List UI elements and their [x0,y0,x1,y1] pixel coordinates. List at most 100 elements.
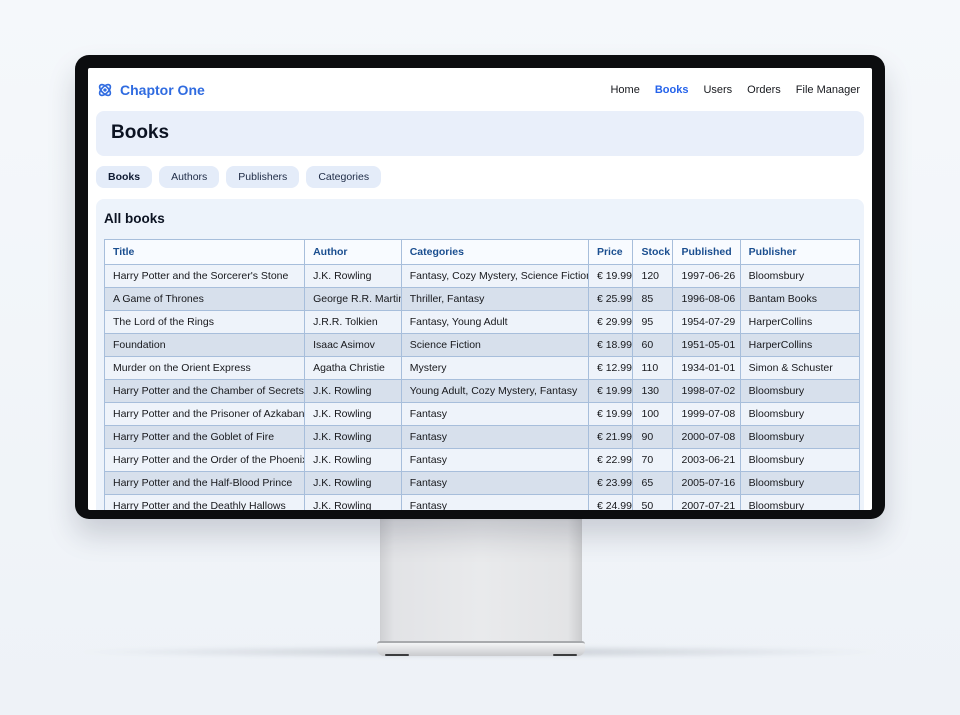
table-cell: Harry Potter and the Order of the Phoeni… [105,449,305,472]
table-cell: 95 [633,311,673,334]
table-cell: 1951-05-01 [673,334,740,357]
screen: Chaptor One Home Books Users Orders File… [88,68,872,510]
table-cell: Fantasy [401,472,588,495]
table-cell: € 12.99 [588,357,633,380]
table-cell: Bloomsbury [740,426,859,449]
table-cell: 1998-07-02 [673,380,740,403]
column-header-categories: Categories [401,240,588,265]
table-cell: Agatha Christie [305,357,402,380]
table-cell: Isaac Asimov [305,334,402,357]
table-row[interactable]: FoundationIsaac AsimovScience Fiction€ 1… [105,334,860,357]
table-cell: Harry Potter and the Prisoner of Azkaban [105,403,305,426]
all-books-panel: All books TitleAuthorCategoriesPriceStoc… [96,199,864,510]
column-header-publisher: Publisher [740,240,859,265]
table-cell: € 23.99 [588,472,633,495]
table-row[interactable]: Harry Potter and the Half-Blood PrinceJ.… [105,472,860,495]
nav-item-books[interactable]: Books [655,84,689,96]
brand-name: Chaptor One [120,82,205,98]
table-row[interactable]: Harry Potter and the Prisoner of Azkaban… [105,403,860,426]
table-cell: € 29.99 [588,311,633,334]
table-cell: € 18.99 [588,334,633,357]
table-cell: 2000-07-08 [673,426,740,449]
nav-item-users[interactable]: Users [703,84,732,96]
table-cell: Mystery [401,357,588,380]
table-cell: Fantasy [401,403,588,426]
table-row[interactable]: Murder on the Orient ExpressAgatha Chris… [105,357,860,380]
tab-publishers[interactable]: Publishers [226,166,299,188]
table-cell: Bloomsbury [740,472,859,495]
table-cell: Fantasy [401,495,588,511]
table-cell: Science Fiction [401,334,588,357]
table-cell: J.K. Rowling [305,426,402,449]
table-cell: Fantasy [401,426,588,449]
table-cell: 100 [633,403,673,426]
table-row[interactable]: Harry Potter and the Order of the Phoeni… [105,449,860,472]
table-cell: Foundation [105,334,305,357]
table-cell: J.K. Rowling [305,472,402,495]
brand-logo[interactable]: Chaptor One [96,81,205,99]
tab-books[interactable]: Books [96,166,152,188]
table-cell: Bloomsbury [740,449,859,472]
column-header-published: Published [673,240,740,265]
table-cell: € 19.99 [588,380,633,403]
table-header-row: TitleAuthorCategoriesPriceStockPublished… [105,240,860,265]
table-cell: J.K. Rowling [305,403,402,426]
table-cell: 60 [633,334,673,357]
table-row[interactable]: The Lord of the RingsJ.R.R. TolkienFanta… [105,311,860,334]
table-cell: Harry Potter and the Half-Blood Prince [105,472,305,495]
page-title: Books [111,122,849,144]
table-cell: € 21.99 [588,426,633,449]
table-cell: Bantam Books [740,288,859,311]
section-title: All books [104,211,858,226]
nav-item-home[interactable]: Home [610,84,639,96]
table-cell: 120 [633,265,673,288]
table-cell: 65 [633,472,673,495]
table-row[interactable]: Harry Potter and the Chamber of SecretsJ… [105,380,860,403]
table-cell: 130 [633,380,673,403]
top-nav: Home Books Users Orders File Manager [610,84,860,96]
table-cell: 1999-07-08 [673,403,740,426]
table-row[interactable]: Harry Potter and the Goblet of FireJ.K. … [105,426,860,449]
table-cell: Harry Potter and the Goblet of Fire [105,426,305,449]
column-header-author: Author [305,240,402,265]
table-cell: 110 [633,357,673,380]
table-cell: Murder on the Orient Express [105,357,305,380]
table-cell: J.K. Rowling [305,380,402,403]
table-cell: Fantasy [401,449,588,472]
table-cell: Harry Potter and the Sorcerer's Stone [105,265,305,288]
monitor-stand-base [377,641,585,656]
table-cell: 70 [633,449,673,472]
table-cell: 2007-07-21 [673,495,740,511]
table-cell: J.R.R. Tolkien [305,311,402,334]
table-cell: Harry Potter and the Chamber of Secrets [105,380,305,403]
table-cell: HarperCollins [740,334,859,357]
monitor-bezel: Chaptor One Home Books Users Orders File… [75,55,885,519]
nav-item-file-manager[interactable]: File Manager [796,84,860,96]
table-cell: 2003-06-21 [673,449,740,472]
monitor-stand-neck [380,515,582,643]
table-cell: 2005-07-16 [673,472,740,495]
tab-categories[interactable]: Categories [306,166,381,188]
tab-authors[interactable]: Authors [159,166,219,188]
table-cell: Bloomsbury [740,265,859,288]
column-header-stock: Stock [633,240,673,265]
table-cell: Young Adult, Cozy Mystery, Fantasy [401,380,588,403]
table-cell: George R.R. Martin [305,288,402,311]
table-cell: Bloomsbury [740,495,859,511]
atom-knot-icon [96,81,114,99]
table-row[interactable]: A Game of ThronesGeorge R.R. MartinThril… [105,288,860,311]
column-header-title: Title [105,240,305,265]
table-row[interactable]: Harry Potter and the Sorcerer's StoneJ.K… [105,265,860,288]
table-cell: Bloomsbury [740,403,859,426]
table-cell: 1934-01-01 [673,357,740,380]
books-table: TitleAuthorCategoriesPriceStockPublished… [104,239,860,510]
sub-tabs: Books Authors Publishers Categories [96,166,864,188]
table-row[interactable]: Harry Potter and the Deathly HallowsJ.K.… [105,495,860,511]
table-cell: Fantasy, Young Adult [401,311,588,334]
table-cell: Harry Potter and the Deathly Hallows [105,495,305,511]
table-cell: Thriller, Fantasy [401,288,588,311]
nav-item-orders[interactable]: Orders [747,84,781,96]
table-cell: € 24.99 [588,495,633,511]
column-header-price: Price [588,240,633,265]
table-cell: A Game of Thrones [105,288,305,311]
